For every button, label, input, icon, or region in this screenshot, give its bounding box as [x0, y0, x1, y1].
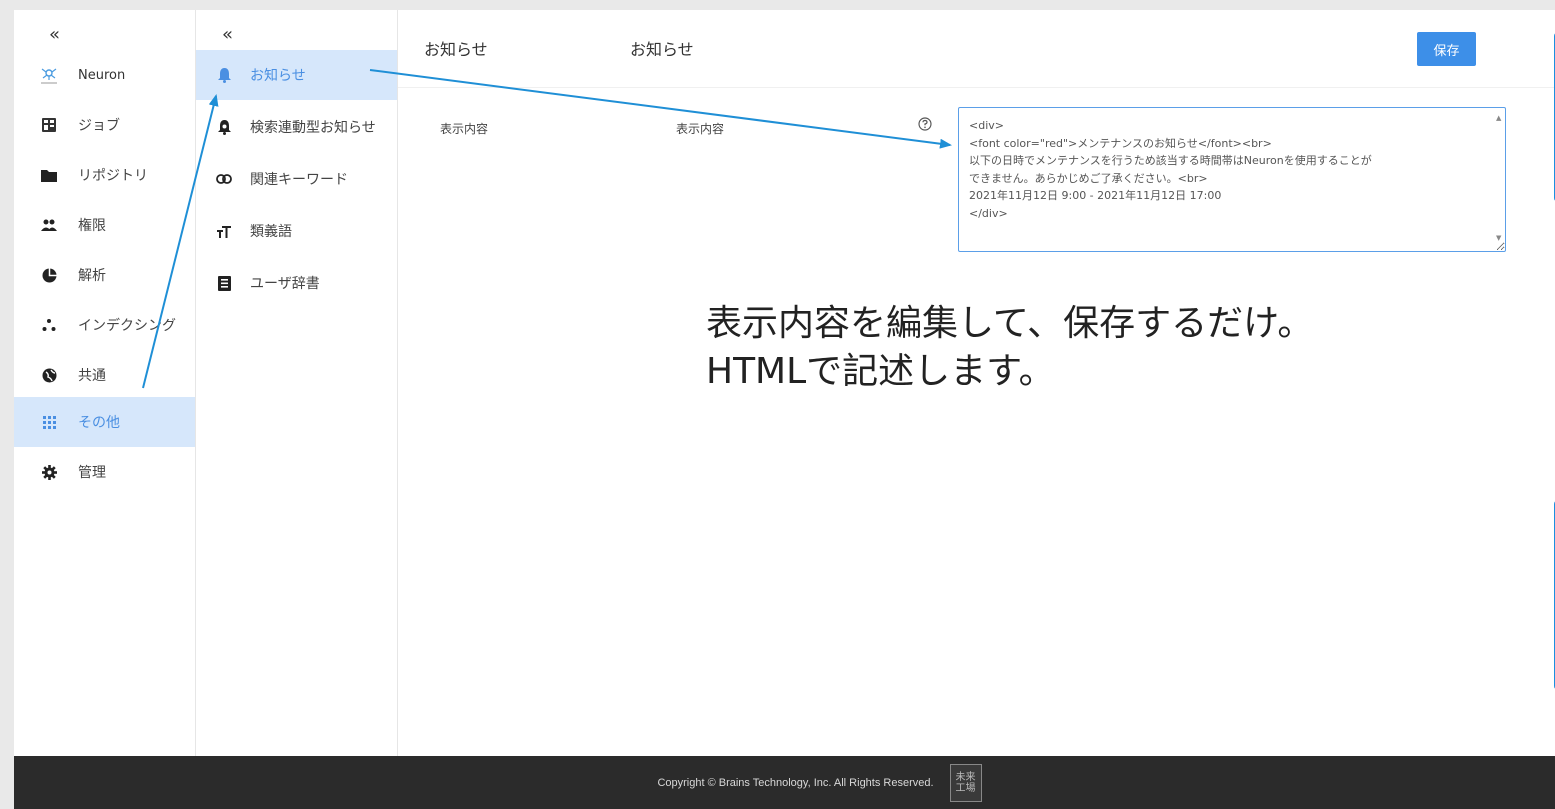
book-icon: [214, 275, 234, 291]
sidebar-item-label: インデクシング: [78, 318, 176, 334]
sidebar-item-indexing[interactable]: インデクシング: [14, 300, 195, 350]
link-icon: [214, 174, 234, 184]
sidebar-item-label: 管理: [78, 465, 106, 481]
subnav-item-label: お知らせ: [250, 68, 306, 84]
subnav-item-label: 検索連動型お知らせ: [250, 120, 376, 136]
dots-icon: [38, 318, 60, 332]
footer-logo: 未来 工場: [949, 763, 982, 802]
sidebar-item-label: 解析: [78, 268, 106, 284]
bell-search-icon: [214, 119, 234, 135]
globe-icon: [38, 368, 60, 383]
subnav-item-label: 類義語: [250, 224, 292, 240]
sidebar-item-analysis[interactable]: 解析: [14, 250, 195, 300]
sidebar-item-other[interactable]: その他: [14, 397, 195, 447]
sidebar-item-label: リポジトリ: [78, 168, 148, 184]
bell-icon: [214, 67, 234, 83]
save-button[interactable]: 保存: [1417, 32, 1476, 66]
neuron-logo-icon: [38, 66, 60, 84]
sidebar-item-admin[interactable]: 管理: [14, 447, 195, 497]
sidebar-item-permissions[interactable]: 権限: [14, 200, 195, 250]
content-textarea[interactable]: <div> <font color="red">メンテナンスのお知らせ</fon…: [958, 107, 1506, 252]
subnav-item-label: ユーザ辞書: [250, 276, 320, 292]
subnav-item-search-notice[interactable]: 検索連動型お知らせ: [196, 102, 397, 152]
copyright-text: Copyright © Brains Technology, Inc. All …: [657, 776, 934, 789]
subnav-item-label: 関連キーワード: [250, 172, 348, 188]
sidebar-item-label: 共通: [78, 368, 106, 384]
field-label-secondary: 表示内容: [676, 122, 725, 136]
annotation-text: 表示内容を編集して、保存するだけ。 HTMLで記述します。: [706, 300, 1313, 396]
subnav-item-related-keywords[interactable]: 関連キーワード: [196, 154, 397, 204]
scroll-up-arrow-icon[interactable]: ▲: [1496, 114, 1501, 122]
help-icon[interactable]: [918, 116, 932, 135]
collapse-subnav-button[interactable]: «: [222, 24, 233, 45]
job-icon: [38, 118, 60, 132]
text-size-icon: [214, 225, 234, 238]
field-label: 表示内容: [440, 122, 489, 136]
sidebar-item-common[interactable]: 共通: [14, 350, 195, 400]
sidebar-item-label: その他: [78, 415, 120, 431]
sidebar-item-neuron[interactable]: Neuron: [14, 50, 195, 100]
footer: Copyright © Brains Technology, Inc. All …: [14, 756, 1555, 809]
main-content: お知らせ お知らせ 保存 表示内容 表示内容 <div> <font color…: [398, 10, 1555, 756]
users-icon: [38, 219, 60, 231]
header-divider: [398, 87, 1555, 88]
app-window: « Neuron ジョブ リポジトリ 権限 解析 インデクシング 共通 その他 …: [14, 10, 1555, 809]
sidebar-item-label: ジョブ: [78, 118, 120, 134]
collapse-sidebar-button[interactable]: «: [49, 24, 60, 45]
subnav-item-notice[interactable]: お知らせ: [196, 50, 397, 100]
annotation-line-1: 表示内容を編集して、保存するだけ。: [706, 303, 1314, 344]
grid-icon: [38, 415, 60, 429]
page-title: お知らせ: [424, 40, 488, 59]
folder-icon: [38, 169, 60, 182]
primary-sidebar: « Neuron ジョブ リポジトリ 権限 解析 インデクシング 共通 その他 …: [14, 10, 196, 756]
sidebar-item-repository[interactable]: リポジトリ: [14, 150, 195, 200]
subnav-item-synonyms[interactable]: 類義語: [196, 206, 397, 256]
sidebar-item-label: Neuron: [78, 67, 126, 83]
page-subtitle: お知らせ: [630, 40, 694, 59]
gear-icon: [38, 464, 60, 480]
sidebar-item-label: 権限: [78, 218, 106, 234]
scroll-down-arrow-icon[interactable]: ▼: [1496, 234, 1501, 242]
annotation-line-2: HTMLで記述します。: [706, 351, 1055, 392]
secondary-sidebar: « お知らせ 検索連動型お知らせ 関連キーワード 類義語 ユーザ辞書: [196, 10, 398, 756]
subnav-item-user-dictionary[interactable]: ユーザ辞書: [196, 258, 397, 308]
pie-chart-icon: [38, 268, 60, 283]
sidebar-item-job[interactable]: ジョブ: [14, 100, 195, 150]
